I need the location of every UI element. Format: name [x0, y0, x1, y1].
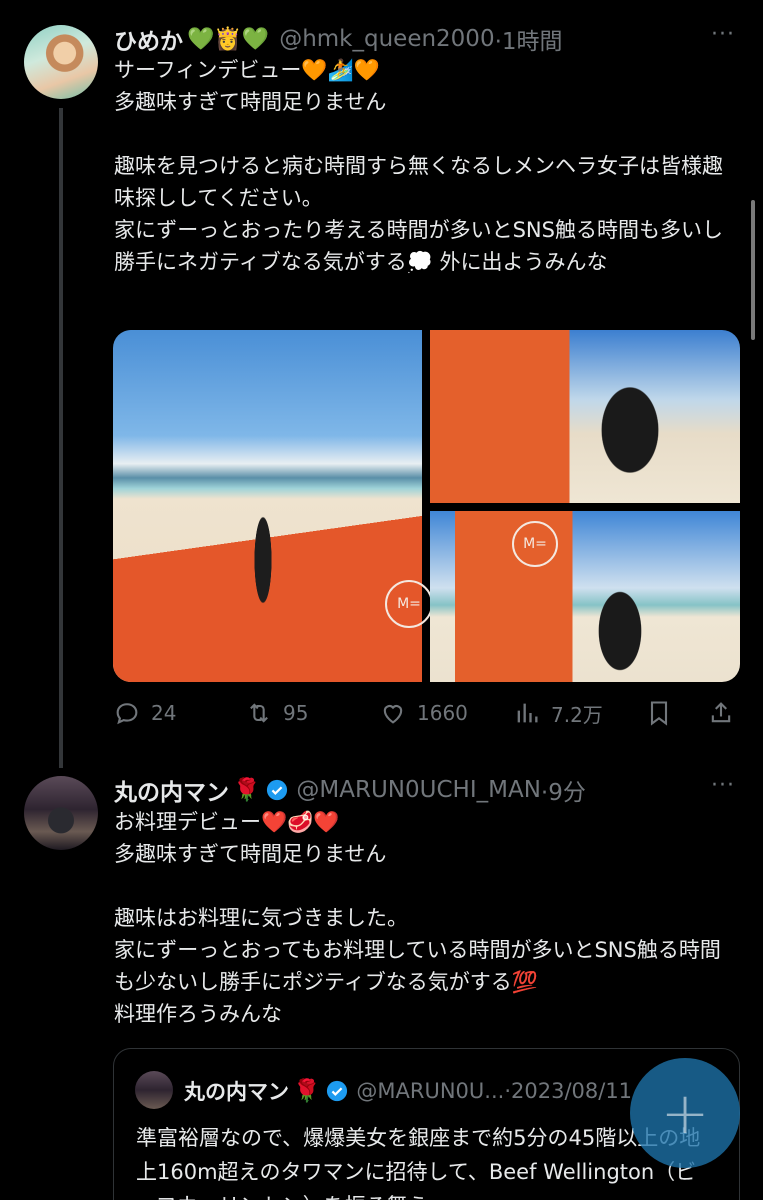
beach-surfboard-photo[interactable]: M= — [113, 330, 433, 682]
verified-badge-icon[interactable] — [266, 779, 288, 801]
tweet1-display-name[interactable]: ひめか — [114, 22, 183, 56]
tweet2-more-icon[interactable]: ··· — [711, 773, 735, 798]
plus-icon: + — [660, 1079, 710, 1147]
quote-date: ·2023/08/11 — [504, 1079, 633, 1103]
tweet2-header: 丸の内マン 🌹 @MARUN0UCHI_MAN ·9分 — [114, 773, 586, 807]
view-count: 7.2万 — [551, 702, 603, 727]
repost-button[interactable]: 95 — [245, 699, 308, 727]
tweet2-display-name[interactable]: 丸の内マン — [114, 773, 229, 807]
tweet1-handle[interactable]: @hmk_queen2000 — [279, 26, 494, 52]
like-count: 1660 — [417, 701, 468, 725]
avatar-marunouchi-man[interactable] — [24, 776, 98, 850]
heart-icon — [383, 705, 403, 724]
tweet1-timestamp[interactable]: ·1時間 — [495, 22, 563, 56]
analytics-icon — [517, 703, 538, 723]
tweet2-name-emoji: 🌹 — [233, 777, 261, 803]
compose-fab-button[interactable]: + — [630, 1058, 740, 1168]
tweet1-name-emojis: 💚👸💚 — [187, 26, 270, 52]
tweet1-text: サーフィンデビュー🧡🏄🧡 多趣味すぎて時間足りません 趣味を見つけると病む時間す… — [114, 58, 723, 274]
board-logo-mark: M= — [512, 521, 558, 567]
bookmark-icon — [650, 701, 668, 726]
tweet1-more-icon[interactable]: ··· — [711, 22, 735, 47]
share-button[interactable] — [707, 699, 745, 727]
tweet1-action-bar: 24 95 1660 7.2万 — [113, 693, 743, 733]
thread-connector-line — [59, 108, 63, 768]
bookmark-button[interactable] — [645, 699, 683, 727]
quote-name-emoji: 🌹 — [293, 1078, 321, 1104]
tweet1-header: ひめか 💚👸💚 @hmk_queen2000 ·1時間 — [114, 22, 563, 56]
reply-count: 24 — [151, 701, 177, 725]
tweet2-timestamp[interactable]: ·9分 — [541, 773, 586, 807]
quote-avatar — [135, 1071, 173, 1109]
verified-badge-icon — [327, 1080, 348, 1102]
share-icon — [711, 702, 731, 723]
quote-display-name: 丸の内マン — [184, 1080, 289, 1104]
tweet1-media-grid: M= M= — [113, 330, 740, 682]
like-button[interactable]: 1660 — [379, 699, 468, 727]
surfboard-pose-photo[interactable]: M= — [430, 511, 740, 682]
quote-header: 丸の内マン 🌹 @MARUN0U... ·2023/08/11 — [184, 1076, 632, 1106]
quote-text: 準富裕層なので、爆爆美女を銀座まで約5分の45階以上の地上160m超えのタワマン… — [136, 1126, 701, 1200]
board-logo-mark: M= — [385, 580, 433, 628]
quote-handle: @MARUN0U... — [356, 1079, 505, 1103]
surfboard-portrait-photo[interactable] — [430, 330, 740, 503]
repost-count: 95 — [283, 701, 309, 725]
reply-icon — [116, 703, 138, 725]
scrollbar-thumb[interactable] — [751, 200, 755, 340]
views-button[interactable]: 7.2万 — [513, 699, 603, 728]
repost-icon — [250, 703, 268, 723]
tweet2-handle[interactable]: @MARUN0UCHI_MAN — [296, 777, 541, 803]
tweet2-text: お料理デビュー❤️🥩❤️ 多趣味すぎて時間足りません 趣味はお料理に気づきました… — [114, 810, 721, 1026]
reply-button[interactable]: 24 — [113, 699, 176, 727]
avatar-himeka[interactable] — [24, 25, 98, 99]
